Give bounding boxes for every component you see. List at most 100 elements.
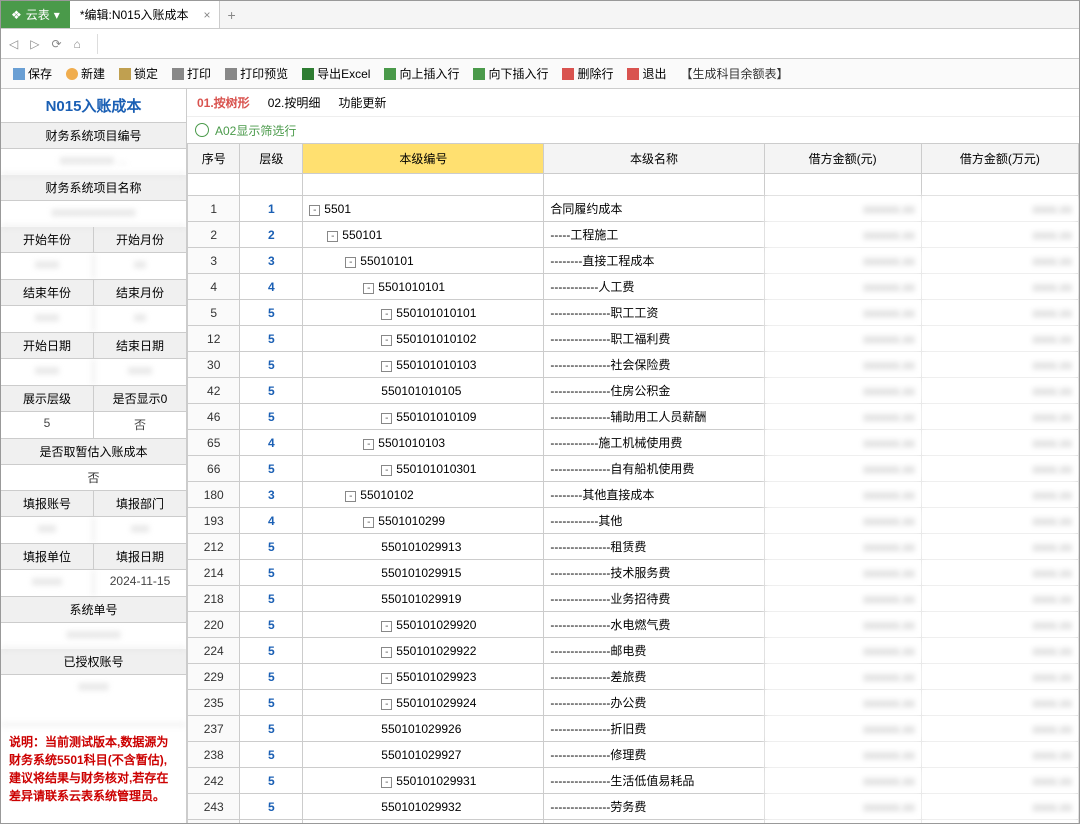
table-row[interactable]: 2245-550101029922---------------邮电费xxxxx… xyxy=(188,638,1079,664)
insert-down-button[interactable]: 向下插入行 xyxy=(467,62,554,85)
cell-code[interactable]: 550101029926 xyxy=(303,716,544,742)
exit-button[interactable]: 退出 xyxy=(621,62,672,85)
table-row[interactable]: 55-550101010101---------------职工工资xxxxxx… xyxy=(188,300,1079,326)
value-end-date[interactable]: xxxx xyxy=(94,359,186,385)
table-row[interactable]: 2435550101029932---------------劳务费xxxxxx… xyxy=(188,794,1079,820)
value-suspend[interactable]: 否 xyxy=(1,465,186,491)
brand-dropdown-icon[interactable]: ▾ xyxy=(54,8,60,22)
cell-code[interactable]: -550101029924 xyxy=(303,690,544,716)
filter-label[interactable]: A02显示筛选行 xyxy=(215,122,296,139)
document-tab[interactable]: *编辑:N015入账成本 × xyxy=(70,1,220,28)
table-row[interactable]: 33-55010101--------直接工程成本xxxxxx.xxxxxx.x… xyxy=(188,248,1079,274)
col-debit-wan[interactable]: 借方金额(万元) xyxy=(921,144,1078,174)
cell-code[interactable]: -5501 xyxy=(303,196,544,222)
delete-row-button[interactable]: 删除行 xyxy=(556,62,619,85)
tab-update[interactable]: 功能更新 xyxy=(338,94,386,111)
value-end-year[interactable]: xxxx xyxy=(1,306,94,332)
tree-toggle-icon[interactable]: - xyxy=(381,647,392,658)
cell-code[interactable]: -550101029920 xyxy=(303,612,544,638)
cell-code[interactable]: 550101029932 xyxy=(303,794,544,820)
table-row[interactable]: 2385550101029927---------------修理费xxxxxx… xyxy=(188,742,1079,768)
tree-toggle-icon[interactable]: - xyxy=(381,309,392,320)
value-sys-no[interactable]: xxxxxxxxx xyxy=(1,623,186,649)
table-row[interactable]: 425550101010105---------------住房公积金xxxxx… xyxy=(188,378,1079,404)
cell-code[interactable]: 550101029913 xyxy=(303,534,544,560)
value-start-year[interactable]: xxxx xyxy=(1,253,94,279)
cell-code[interactable]: -55010101 xyxy=(303,248,544,274)
value-disp-level[interactable]: 5 xyxy=(1,412,94,438)
cell-code[interactable]: 550101029915 xyxy=(303,560,544,586)
cell-code[interactable]: -5501010103 xyxy=(303,430,544,456)
cell-code[interactable]: -550101010109 xyxy=(303,404,544,430)
filter-row[interactable] xyxy=(188,174,1079,196)
cell-code[interactable]: -55010102 xyxy=(303,482,544,508)
tree-toggle-icon[interactable]: - xyxy=(381,699,392,710)
tree-toggle-icon[interactable]: - xyxy=(381,361,392,372)
tree-toggle-icon[interactable]: - xyxy=(381,413,392,424)
tab-detail[interactable]: 02.按明细 xyxy=(268,94,321,111)
cell-code[interactable]: -550101010102 xyxy=(303,326,544,352)
tree-toggle-icon[interactable]: - xyxy=(363,439,374,450)
table-row[interactable]: 125-550101010102---------------职工福利费xxxx… xyxy=(188,326,1079,352)
table-row[interactable]: 2185550101029919---------------业务招待费xxxx… xyxy=(188,586,1079,612)
tree-toggle-icon[interactable]: - xyxy=(381,335,392,346)
table-row[interactable]: 2145550101029915---------------技术服务费xxxx… xyxy=(188,560,1079,586)
table-row[interactable]: 465-550101010109---------------辅助用工人员薪酬x… xyxy=(188,404,1079,430)
table-row[interactable]: 305-550101010103---------------社会保险费xxxx… xyxy=(188,352,1079,378)
cell-code[interactable]: -550101010101 xyxy=(303,300,544,326)
insert-up-button[interactable]: 向上插入行 xyxy=(378,62,465,85)
forward-icon[interactable]: ▷ xyxy=(30,37,39,51)
value-proj-no[interactable]: xxxxxxxxx ... xyxy=(1,149,186,175)
cell-code[interactable]: 550101029927 xyxy=(303,742,544,768)
col-seq[interactable]: 序号 xyxy=(188,144,240,174)
address-bar[interactable] xyxy=(97,34,1071,54)
tree-toggle-icon[interactable]: - xyxy=(381,465,392,476)
cell-code[interactable]: -550101010103 xyxy=(303,352,544,378)
col-debit[interactable]: 借方金额(元) xyxy=(764,144,921,174)
tree-toggle-icon[interactable]: - xyxy=(363,517,374,528)
value-start-month[interactable]: xx xyxy=(94,253,186,279)
cell-code[interactable]: 550101010105 xyxy=(303,378,544,404)
cell-code[interactable]: -5501010299 xyxy=(303,508,544,534)
save-button[interactable]: 保存 xyxy=(7,62,58,85)
filter-icon[interactable] xyxy=(195,123,209,137)
table-row[interactable]: 654-5501010103------------施工机械使用费xxxxxx.… xyxy=(188,430,1079,456)
cell-code[interactable]: 550101029919 xyxy=(303,586,544,612)
tree-toggle-icon[interactable]: - xyxy=(381,621,392,632)
table-row[interactable]: 2375550101029926---------------折旧费xxxxxx… xyxy=(188,716,1079,742)
table-row[interactable]: 2125550101029913---------------租赁费xxxxxx… xyxy=(188,534,1079,560)
tab-tree[interactable]: 01.按树形 xyxy=(197,94,250,111)
lock-button[interactable]: 锁定 xyxy=(113,62,164,85)
add-tab-button[interactable]: + xyxy=(220,7,244,23)
tree-toggle-icon[interactable]: - xyxy=(345,257,356,268)
value-start-date[interactable]: xxxx xyxy=(1,359,94,385)
close-icon[interactable]: × xyxy=(204,8,211,22)
cell-code[interactable]: -550101029931 xyxy=(303,768,544,794)
table-row[interactable]: 1934-5501010299------------其他xxxxxx.xxxx… xyxy=(188,508,1079,534)
back-icon[interactable]: ◁ xyxy=(9,37,18,51)
export-button[interactable]: 导出Excel xyxy=(296,62,376,85)
value-acct-no[interactable]: xxx xyxy=(1,517,94,543)
value-proj-name[interactable]: xxxxxxxxxxxxxx xyxy=(1,201,186,227)
value-fill-date[interactable]: 2024-11-15 xyxy=(94,570,186,596)
home-icon[interactable]: ⌂ xyxy=(74,37,81,51)
table-row[interactable]: 2205-550101029920---------------水电燃气费xxx… xyxy=(188,612,1079,638)
table-row[interactable]: 2455550101029934---------------停泊费xxxxxx… xyxy=(188,820,1079,824)
cell-code[interactable]: -550101 xyxy=(303,222,544,248)
cell-code[interactable]: -550101029922 xyxy=(303,638,544,664)
table-row[interactable]: 44-5501010101------------人工费xxxxxx.xxxxx… xyxy=(188,274,1079,300)
cell-code[interactable]: -5501010101 xyxy=(303,274,544,300)
print-button[interactable]: 打印 xyxy=(166,62,217,85)
cell-code[interactable]: -550101029923 xyxy=(303,664,544,690)
table-row[interactable]: 22-550101-----工程施工xxxxxx.xxxxxx.xx xyxy=(188,222,1079,248)
cell-code[interactable]: 550101029934 xyxy=(303,820,544,824)
table-row[interactable]: 1803-55010102--------其他直接成本xxxxxx.xxxxxx… xyxy=(188,482,1079,508)
value-unit[interactable]: xxxxx xyxy=(1,570,94,596)
tree-toggle-icon[interactable]: - xyxy=(381,673,392,684)
tree-toggle-icon[interactable]: - xyxy=(345,491,356,502)
col-name[interactable]: 本级名称 xyxy=(544,144,764,174)
data-grid[interactable]: 序号 层级 本级编号 本级名称 借方金额(元) 借方金额(万元) 11-5501… xyxy=(187,143,1079,823)
col-level[interactable]: 层级 xyxy=(240,144,303,174)
table-row[interactable]: 2355-550101029924---------------办公费xxxxx… xyxy=(188,690,1079,716)
table-row[interactable]: 665-550101010301---------------自有船机使用费xx… xyxy=(188,456,1079,482)
